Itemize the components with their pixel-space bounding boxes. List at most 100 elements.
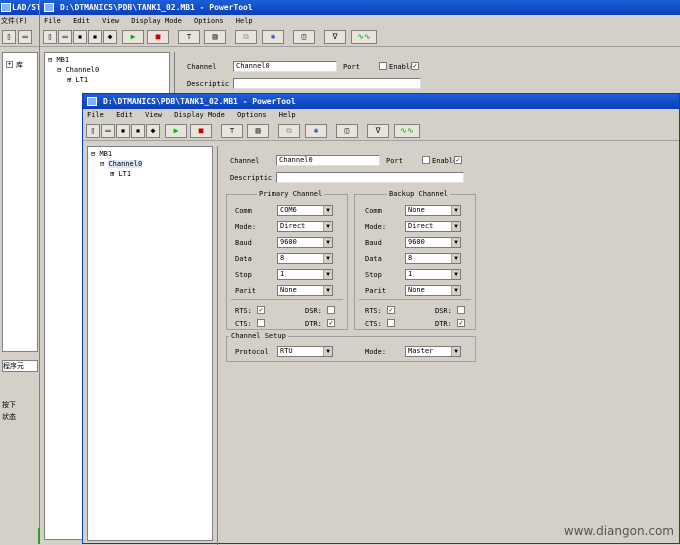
menu-edit[interactable]: Edit [73,17,90,25]
primary-data-select[interactable]: 8 ▼ [277,253,333,264]
menu-display-mode[interactable]: Display Mode [131,17,182,25]
backup-data-select[interactable]: 8 ▼ [405,253,461,264]
menu-edit[interactable]: Edit [116,111,133,119]
tree-root[interactable]: ⊟ MB1 [91,150,112,158]
save-all-icon[interactable]: ▪ [131,124,145,138]
tree-view-icon[interactable]: ⊤ [178,30,200,44]
front-window: D:\DTMANICS\PDB\TANK1_02.MB1 - PowerTool… [82,93,680,545]
primary-mode-select[interactable]: Direct ▼ [277,221,333,232]
menu-help[interactable]: Help [236,17,253,25]
window-icon[interactable]: ◫ [293,30,315,44]
primary-rts-checkbox[interactable]: ✓ [257,306,265,314]
description-input[interactable] [276,172,464,183]
save-all-icon[interactable]: ▪ [88,30,102,44]
erase-icon[interactable]: ◆ [103,30,117,44]
bar-chart-icon[interactable]: ▥ [247,124,269,138]
protocol-label: Protocol [235,348,269,356]
back-window-menu[interactable]: 文件(F) [0,15,39,27]
copy-icon[interactable]: ⧉ [235,30,257,44]
tree-root[interactable]: ⊟ MB1 [48,56,69,64]
stop-icon[interactable]: ■ [147,30,169,44]
bar-chart-icon[interactable]: ▥ [204,30,226,44]
primary-parity-select[interactable]: None ▼ [277,285,333,296]
run-icon[interactable]: ▶ [122,30,144,44]
tree-channel[interactable]: ⊟ Channel0 [100,160,143,168]
primary-baud-select[interactable]: 9600 ▼ [277,237,333,248]
menu-view[interactable]: View [102,17,119,25]
run-icon[interactable]: ▶ [165,124,187,138]
menu-view[interactable]: View [145,111,162,119]
waveform-icon[interactable]: ∿∿ [394,124,420,138]
open-icon[interactable]: ▭ [101,124,115,138]
primary-comm-select[interactable]: COM6 ▼ [277,205,333,216]
menu-file[interactable]: File [44,17,61,25]
chevron-down-icon: ▼ [451,286,460,295]
settings-icon[interactable]: ✱ [262,30,284,44]
primary-rts-label: RTS: [235,307,252,315]
save-icon[interactable]: ▪ [73,30,87,44]
port-checkbox[interactable]: ✓ [411,62,419,70]
save-icon[interactable]: ▪ [116,124,130,138]
setup-mode-select[interactable]: Master ▼ [405,346,461,357]
primary-dtr-label: DTR: [305,320,322,328]
enable-checkbox[interactable] [422,156,430,164]
backup-dtr-checkbox[interactable]: ✓ [457,319,465,327]
backup-cts-checkbox[interactable] [387,319,395,327]
tree-leaf[interactable]: ⊞ LT1 [110,170,131,178]
port-checkbox[interactable]: ✓ [454,156,462,164]
backup-baud-select[interactable]: 9600 ▼ [405,237,461,248]
library-label: 库 [16,61,23,69]
front-window-title: D:\DTMANICS\PDB\TANK1_02.MB1 - PowerTool [103,97,296,106]
menu-display-mode[interactable]: Display Mode [174,111,225,119]
waveform-icon[interactable]: ∿∿ [351,30,377,44]
menu-file-cn[interactable]: 文件(F) [1,17,28,25]
primary-dsr-label: DSR: [305,307,322,315]
settings-icon[interactable]: ✱ [305,124,327,138]
back-window: LAD/ST 文件(F) ▯ ▭ + 库 程序元 按下 状态 开始 [0,0,78,544]
back-window-titlebar[interactable]: LAD/ST [0,0,39,15]
primary-stop-select[interactable]: 1 ▼ [277,269,333,280]
primary-cts-checkbox[interactable] [257,319,265,327]
tree-view-icon[interactable]: ⊤ [221,124,243,138]
edit-icon[interactable]: ∇ [324,30,346,44]
open-icon[interactable]: ▭ [18,30,32,44]
backup-stop-select[interactable]: 1 ▼ [405,269,461,280]
protocol-select[interactable]: RTU ▼ [277,346,333,357]
backup-rts-checkbox[interactable]: ✓ [387,306,395,314]
primary-dsr-checkbox[interactable] [327,306,335,314]
window-icon[interactable]: ◫ [336,124,358,138]
menu-options[interactable]: Options [194,17,224,25]
backup-parity-select[interactable]: None ▼ [405,285,461,296]
new-icon[interactable]: ▯ [2,30,16,44]
erase-icon[interactable]: ◆ [146,124,160,138]
tree-channel[interactable]: ⊟ Channel0 [57,66,99,74]
backup-mode-select[interactable]: Direct ▼ [405,221,461,232]
front-window-titlebar[interactable]: D:\DTMANICS\PDB\TANK1_02.MB1 - PowerTool [83,94,679,109]
primary-channel-group: Primary Channel Comm COM6 ▼ Mode: Direct ▼… [226,190,348,330]
backup-data-label: Data [365,255,382,263]
new-icon[interactable]: ▯ [86,124,100,138]
menu-help[interactable]: Help [279,111,296,119]
primary-dtr-checkbox[interactable]: ✓ [327,319,335,327]
menu-options[interactable]: Options [237,111,267,119]
backup-dsr-checkbox[interactable] [457,306,465,314]
enable-checkbox[interactable] [379,62,387,70]
channel-input[interactable]: Channel0 [276,155,380,166]
tree-leaf[interactable]: ⊞ LT1 [67,76,88,84]
mid-window-titlebar[interactable]: D:\DTMANICS\PDB\TANK1_02.MB1 - PowerTool [40,0,680,15]
open-icon[interactable]: ▭ [58,30,72,44]
edit-icon[interactable]: ∇ [367,124,389,138]
back-window-tab[interactable]: 程序元 [2,360,38,372]
description-input[interactable] [233,78,421,89]
setup-mode-label: Mode: [365,348,387,356]
menu-file[interactable]: File [87,111,104,119]
mid-window-toolbar: ▯ ▭ ▪ ▪ ◆ ▶ ■ ⊤ ▥ ⧉ ✱ ◫ ∇ ∿∿ [40,27,680,47]
stop-icon[interactable]: ■ [190,124,212,138]
backup-comm-select[interactable]: None ▼ [405,205,461,216]
tree-expander-icon[interactable]: + [6,61,13,68]
description-label: Descriptic [230,174,273,182]
channel-input[interactable]: Channel0 [233,61,337,72]
new-icon[interactable]: ▯ [43,30,57,44]
copy-icon[interactable]: ⧉ [278,124,300,138]
chevron-down-icon: ▼ [323,286,332,295]
